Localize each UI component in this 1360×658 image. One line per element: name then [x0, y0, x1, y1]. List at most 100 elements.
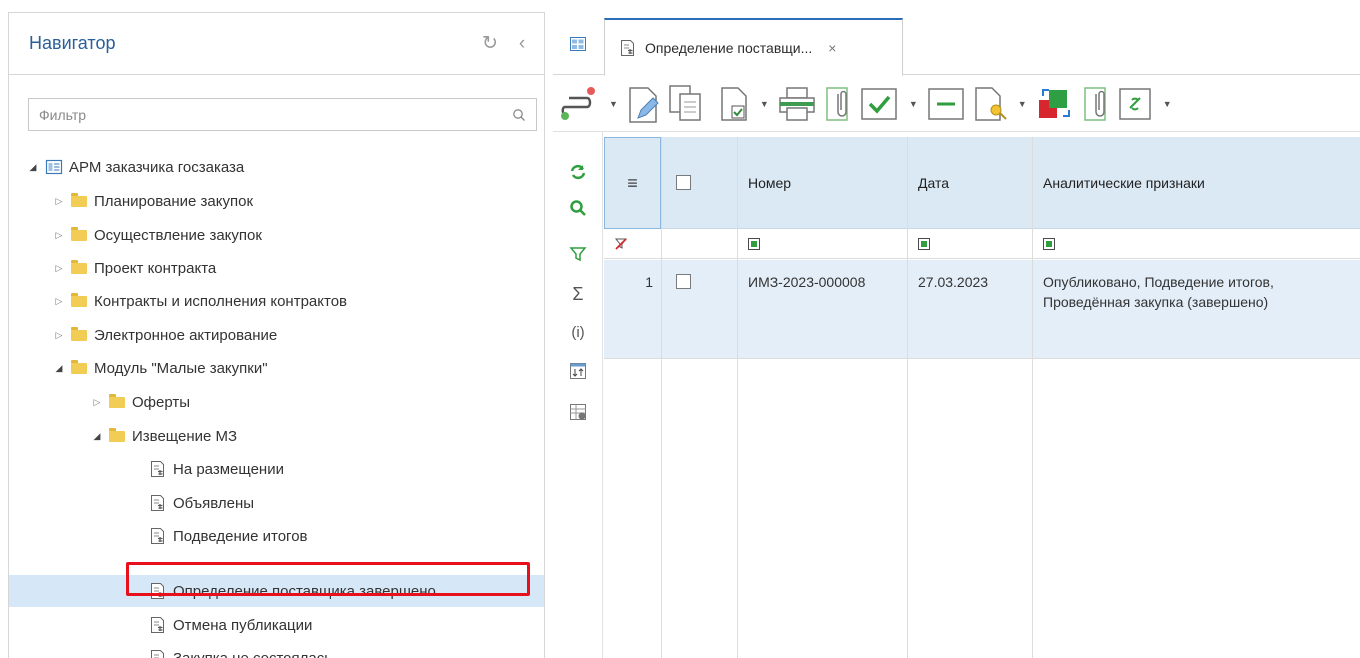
sort-icon[interactable]	[566, 359, 590, 383]
cell-date[interactable]: 27.03.2023	[908, 260, 1032, 359]
navigator-title: Навигатор	[29, 33, 116, 53]
collapsed-arrow-icon[interactable]: ▷	[53, 196, 65, 207]
tree-item-arm[interactable]: ◢ АРМ заказчика госзаказа	[9, 151, 544, 183]
folder-icon	[71, 226, 87, 241]
tree-item-on-placement[interactable]: На размещении	[9, 453, 544, 485]
workflow-button[interactable]	[559, 82, 599, 126]
info-icon[interactable]: (i)	[566, 320, 590, 344]
tree-item-planning[interactable]: ▷ Планирование закупок	[9, 185, 544, 217]
filter-icon[interactable]	[566, 242, 590, 266]
collapse-panel-icon[interactable]: ‹	[512, 33, 532, 54]
menu-icon[interactable]: ≡	[627, 173, 638, 194]
select-all-checkbox[interactable]	[676, 175, 691, 190]
dropdown-caret-icon[interactable]: ▼	[1018, 99, 1027, 109]
collapsed-arrow-icon[interactable]: ▷	[53, 263, 65, 274]
sum-icon[interactable]: Σ	[566, 282, 590, 306]
data-grid: ≡ 1 Номер ИМЗ-2023-000008 Дата 27.03.202…	[604, 137, 1360, 658]
collapsed-arrow-icon[interactable]: ▷	[53, 230, 65, 241]
attach-button[interactable]	[823, 82, 853, 126]
app-icon	[45, 159, 63, 175]
column-header-date[interactable]: Дата	[908, 137, 1032, 229]
column-header-number[interactable]: Номер	[738, 137, 907, 229]
filter-cell-date[interactable]	[908, 230, 1032, 259]
paperclip-icon	[1083, 86, 1106, 121]
reject-button[interactable]	[926, 82, 966, 126]
attachments-button[interactable]	[1081, 82, 1111, 126]
approve-button[interactable]	[859, 82, 899, 126]
grid-settings-icon[interactable]	[566, 400, 590, 424]
dropdown-caret-icon[interactable]: ▼	[760, 99, 769, 109]
status-document-button[interactable]	[718, 82, 750, 126]
tab-supplier-determined[interactable]: Определение поставщи... ×	[604, 18, 903, 76]
row-menu-header[interactable]: ≡	[604, 137, 661, 229]
minus-icon	[928, 87, 964, 120]
print-button[interactable]	[777, 82, 817, 126]
tree-item-label: Контракты и исполнения контрактов	[94, 292, 348, 310]
grid-column-attributes: Аналитические признаки Опубликовано, Под…	[1033, 137, 1360, 658]
folder-icon	[71, 326, 87, 341]
tree-item-label: Электронное актирование	[94, 326, 278, 344]
filter-mark-icon[interactable]	[748, 238, 760, 250]
tree-item-procurement[interactable]: ▷ Осуществление закупок	[9, 219, 544, 251]
filter-cell-attributes[interactable]	[1033, 230, 1360, 259]
clear-filter-icon[interactable]	[614, 237, 628, 251]
filter-field[interactable]	[28, 98, 537, 131]
tree-item-summing-up[interactable]: Подведение итогов	[9, 520, 544, 552]
tree-item-label: АРМ заказчика госзаказа	[69, 158, 245, 176]
tree-item-notice-mz[interactable]: ◢ Извещение МЗ	[9, 420, 544, 452]
filter-input[interactable]	[39, 106, 512, 123]
clear-filter-cell[interactable]	[604, 230, 661, 259]
document-icon	[151, 461, 164, 477]
link-button[interactable]	[1117, 82, 1153, 126]
edit-button[interactable]	[626, 82, 662, 126]
filter-mark-icon[interactable]	[918, 238, 930, 250]
filter-cell-number[interactable]	[738, 230, 907, 259]
export-button[interactable]	[1035, 82, 1075, 126]
search-icon[interactable]	[512, 108, 526, 122]
close-icon[interactable]: ×	[828, 40, 836, 56]
tree-item-small-purchases[interactable]: ◢ Модуль "Малые закупки"	[9, 352, 544, 384]
expand-arrow-icon[interactable]: ◢	[53, 363, 65, 374]
grid-column-select	[662, 137, 738, 658]
select-all-header	[662, 137, 737, 229]
tree-item-contracts[interactable]: ▷ Контракты и исполнения контрактов	[9, 285, 544, 317]
selection-highlight-frame	[126, 562, 530, 596]
filter-mark-icon[interactable]	[1043, 238, 1055, 250]
tree-item-label: Отмена публикации	[173, 616, 313, 634]
dropdown-caret-icon[interactable]: ▼	[1163, 99, 1172, 109]
printer-icon	[779, 86, 815, 121]
collapsed-arrow-icon[interactable]: ▷	[91, 397, 103, 408]
tree-item-announced[interactable]: Объявлены	[9, 487, 544, 519]
copy-button[interactable]	[668, 82, 704, 126]
cell-attributes[interactable]: Опубликовано, Подведение итогов, Проведё…	[1033, 260, 1360, 359]
tree-item-label: Планирование закупок	[94, 192, 254, 210]
refresh-icon[interactable]: ↻	[480, 33, 500, 54]
sign-button[interactable]	[972, 82, 1008, 126]
column-header-attributes[interactable]: Аналитические признаки	[1033, 137, 1360, 229]
dropdown-caret-icon[interactable]: ▼	[609, 99, 618, 109]
edit-document-icon	[629, 86, 659, 123]
folder-icon	[71, 192, 87, 207]
search-icon[interactable]	[566, 196, 590, 220]
tree-item-offers[interactable]: ▷ Оферты	[9, 386, 544, 418]
collapsed-arrow-icon[interactable]: ▷	[53, 330, 65, 341]
tree-item-publication-cancel[interactable]: Отмена публикации	[9, 609, 544, 641]
dropdown-caret-icon[interactable]: ▼	[909, 99, 918, 109]
tree-item-purchase-failed[interactable]: Закупка не состоялась	[9, 642, 544, 658]
grid-side-toolbar: Σ (i)	[553, 132, 603, 658]
row-checkbox[interactable]	[676, 274, 691, 289]
row-select-cell	[662, 260, 737, 359]
folder-icon	[71, 359, 87, 374]
expand-arrow-icon[interactable]: ◢	[91, 431, 103, 442]
collapsed-arrow-icon[interactable]: ▷	[53, 296, 65, 307]
refresh-icon[interactable]	[566, 160, 590, 184]
navigator-header: Навигатор ↻ ‹	[9, 13, 544, 75]
expand-arrow-icon[interactable]: ◢	[27, 162, 39, 173]
tree-item-label: На размещении	[173, 460, 284, 478]
tree-item-label: Оферты	[132, 393, 191, 411]
tree-item-contract-draft[interactable]: ▷ Проект контракта	[9, 252, 544, 284]
cell-number[interactable]: ИМЗ-2023-000008	[738, 260, 907, 359]
tree-item-e-acts[interactable]: ▷ Электронное актирование	[9, 319, 544, 351]
toolbar: ▼ ▼ ▼ ▼ ▼	[553, 76, 1360, 132]
tab-home[interactable]	[553, 12, 603, 75]
